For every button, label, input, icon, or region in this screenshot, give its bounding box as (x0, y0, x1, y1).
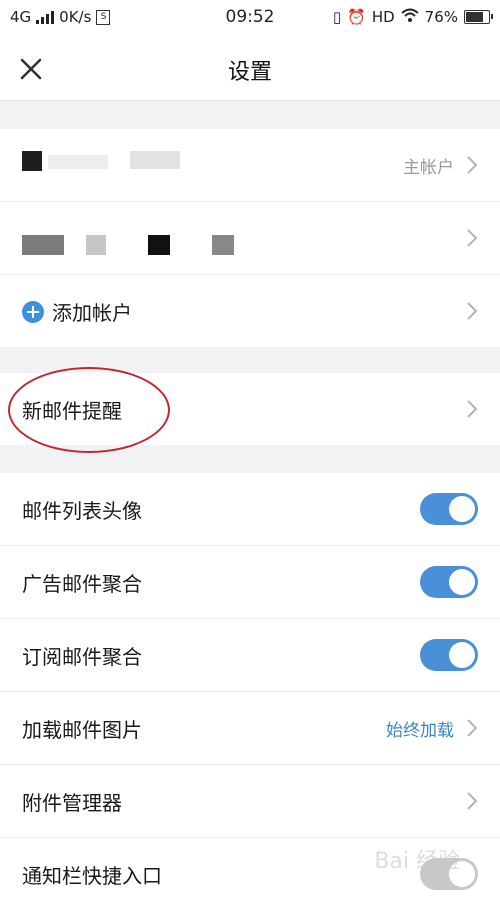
setting-label: 通知栏快捷入口 (22, 863, 162, 888)
account-redacted-1 (22, 235, 64, 255)
setting-row-subscription-aggregate[interactable]: 订阅邮件聚合 (0, 619, 500, 692)
setting-row-list-avatar[interactable]: 邮件列表头像 (0, 473, 500, 546)
battery-icon (464, 10, 493, 24)
chevron-right-icon (467, 400, 478, 418)
setting-label: 订阅邮件聚合 (22, 644, 142, 669)
status-bar: 4G 0K/s S 09:52 ▯ ⏰ HD 76% (0, 0, 500, 34)
wifi-icon (400, 8, 419, 26)
chevron-right-icon (467, 719, 478, 737)
account-row-secondary[interactable] (0, 202, 500, 275)
account-redacted-3 (148, 235, 170, 255)
avatar (22, 151, 42, 171)
setting-row-load-images[interactable]: 加载邮件图片 始终加载 (0, 692, 500, 765)
add-icon (22, 301, 44, 323)
account-row-primary[interactable]: 主帐户 (0, 129, 500, 202)
battery-percent: 76% (424, 8, 458, 26)
chevron-right-icon (467, 156, 478, 174)
chevron-right-icon (467, 302, 478, 320)
load-images-value: 始终加载 (386, 720, 454, 741)
account-email-redacted (130, 151, 180, 169)
alarm-icon: ⏰ (347, 8, 366, 26)
setting-label: 广告邮件聚合 (22, 571, 142, 596)
ad-aggregate-toggle[interactable] (420, 566, 478, 598)
list-avatar-toggle[interactable] (420, 493, 478, 525)
page-title: 设置 (227, 60, 272, 85)
watermark: Bai 经验 (374, 849, 460, 874)
add-account-label: 添加帐户 (52, 300, 132, 325)
setting-row-attachment-manager[interactable]: 附件管理器 (0, 765, 500, 838)
account-redacted-2 (86, 235, 106, 255)
subscription-aggregate-toggle[interactable] (420, 639, 478, 671)
account-redacted-4 (212, 235, 234, 255)
vibrate-icon: ▯ (332, 8, 342, 26)
setting-label: 加载邮件图片 (22, 717, 142, 742)
app-header: 设置 (0, 34, 500, 101)
notification-group: 新邮件提醒 (0, 373, 500, 445)
chevron-right-icon (467, 792, 478, 810)
add-account-row[interactable]: 添加帐户 (0, 275, 500, 347)
close-button[interactable] (14, 52, 48, 86)
new-mail-reminder-row[interactable]: 新邮件提醒 (0, 373, 500, 445)
account-name-redacted (48, 155, 108, 169)
hd-label: HD (371, 8, 395, 26)
primary-account-tag: 主帐户 (403, 157, 454, 178)
setting-label: 邮件列表头像 (22, 498, 142, 523)
accounts-group: 主帐户 添加帐户 (0, 129, 500, 347)
status-right: ▯ ⏰ HD 76% (332, 8, 493, 26)
close-icon (20, 58, 42, 80)
chevron-right-icon (467, 229, 478, 247)
setting-row-ad-aggregate[interactable]: 广告邮件聚合 (0, 546, 500, 619)
new-mail-reminder-label: 新邮件提醒 (22, 398, 122, 423)
setting-label: 附件管理器 (22, 790, 122, 815)
